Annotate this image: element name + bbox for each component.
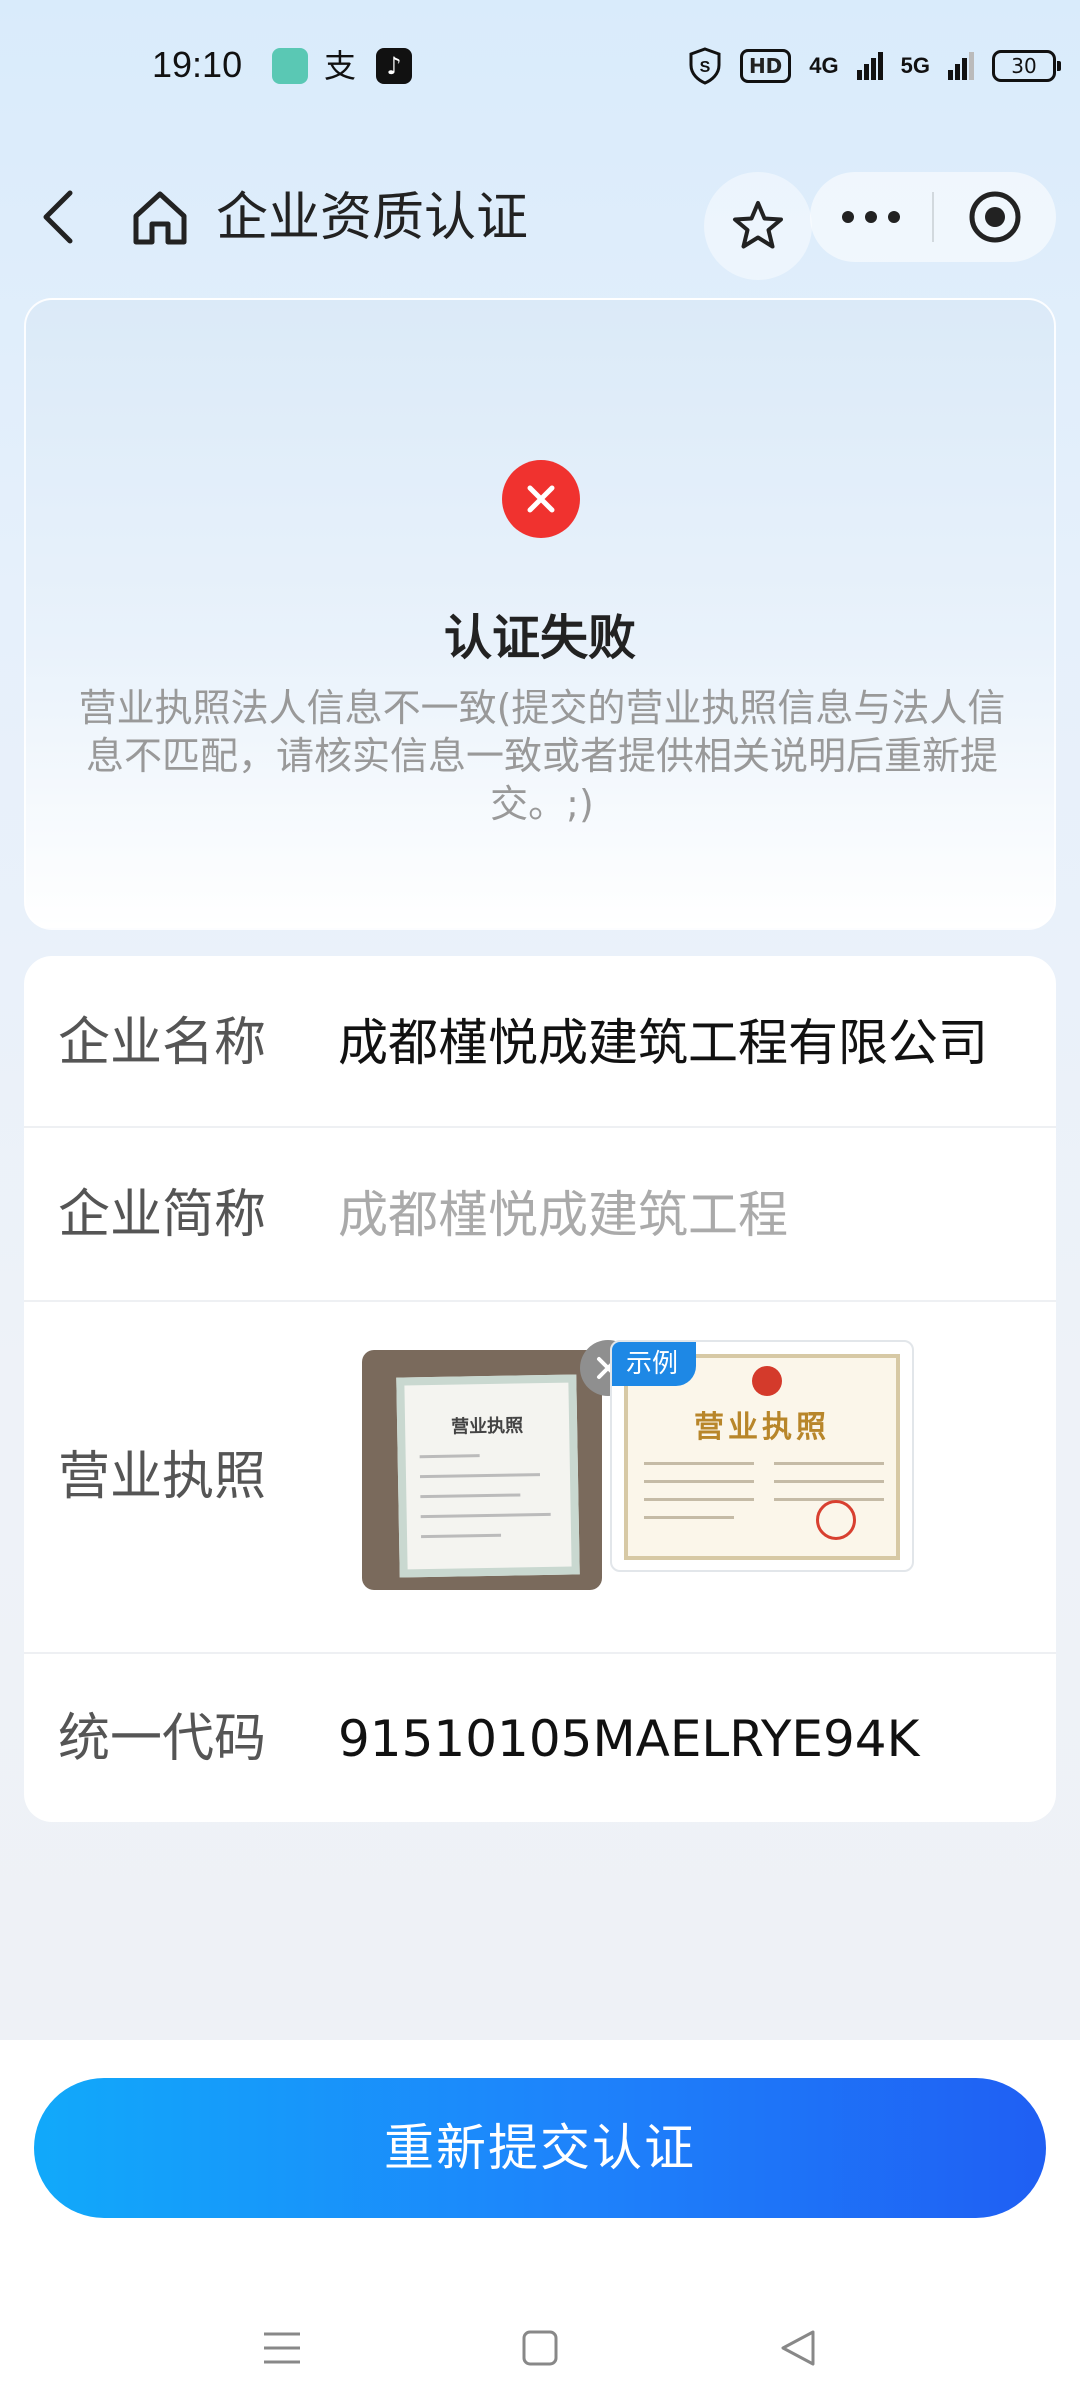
triangle-back-icon bbox=[781, 2330, 815, 2366]
target-icon bbox=[969, 191, 1021, 243]
result-card: 认证失败 营业执照法人信息不一致(提交的营业执照信息与法人信息不匹配，请核实信息… bbox=[24, 298, 1056, 930]
status-indicators: S HD 4G 5G 30 bbox=[688, 46, 1061, 86]
credit-code-field[interactable]: 91510105MAELRYE94K bbox=[338, 1704, 1008, 1774]
license-document-image: 营业执照 bbox=[396, 1374, 580, 1578]
cert-line bbox=[644, 1462, 754, 1465]
cert-line bbox=[644, 1516, 734, 1519]
cert-line bbox=[419, 1454, 480, 1459]
svg-text:S: S bbox=[700, 59, 711, 76]
battery-indicator: 30 bbox=[992, 50, 1061, 82]
company-name-field[interactable]: 成都槿悦成建筑工程有限公司 bbox=[338, 1008, 1008, 1078]
example-tag: 示例 bbox=[612, 1342, 697, 1386]
short-name-label: 企业简称 bbox=[58, 1185, 267, 1245]
company-name-label: 企业名称 bbox=[58, 1013, 267, 1073]
back-button[interactable] bbox=[30, 182, 86, 252]
cert-line bbox=[420, 1493, 521, 1499]
close-miniapp-button[interactable] bbox=[934, 172, 1056, 262]
system-nav-bar bbox=[0, 2300, 1080, 2400]
alipay-notification-icon: 支 bbox=[323, 47, 356, 85]
app-notification-icon bbox=[272, 48, 308, 84]
back-system-button[interactable] bbox=[758, 2308, 838, 2388]
uploaded-license-photo[interactable]: 营业执照 bbox=[362, 1350, 602, 1590]
credit-code-row: 统一代码 91510105MAELRYE94K bbox=[24, 1654, 1056, 1822]
page-title: 企业资质认证 bbox=[216, 188, 529, 248]
bottom-action-area: 重新提交认证 bbox=[0, 2040, 1080, 2400]
example-cert-title: 营业执照 bbox=[694, 1410, 830, 1445]
menu-icon bbox=[264, 2332, 300, 2364]
business-license-label: 营业执照 bbox=[58, 1447, 267, 1507]
status-time: 19:10 bbox=[152, 44, 243, 85]
home-icon bbox=[133, 191, 187, 245]
resubmit-button[interactable]: 重新提交认证 bbox=[34, 2078, 1046, 2218]
national-emblem-icon bbox=[752, 1366, 782, 1396]
hd-badge: HD bbox=[739, 49, 792, 83]
result-title: 认证失败 bbox=[443, 610, 636, 666]
cert-line bbox=[419, 1473, 541, 1479]
signal-bars-icon bbox=[948, 52, 974, 80]
signal-bars-icon bbox=[856, 52, 883, 80]
cert-line bbox=[774, 1480, 884, 1483]
cert-line bbox=[420, 1512, 551, 1519]
miniapp-capsule bbox=[810, 172, 1056, 262]
star-icon bbox=[733, 201, 783, 249]
signal-5g: 5G bbox=[900, 53, 930, 78]
favorite-button[interactable] bbox=[704, 172, 812, 280]
cert-line bbox=[774, 1462, 884, 1465]
error-status-icon bbox=[502, 460, 580, 538]
photo-cert-title: 营业执照 bbox=[450, 1415, 524, 1438]
error-x-icon bbox=[527, 485, 555, 513]
company-name-row: 企业名称 成都槿悦成建筑工程有限公司 bbox=[24, 956, 1056, 1128]
home-system-button[interactable] bbox=[500, 2308, 580, 2388]
cert-line bbox=[644, 1480, 754, 1483]
company-info-form: 企业名称 成都槿悦成建筑工程有限公司 企业简称 成都槿悦成建筑工程 营业执照 营… bbox=[24, 956, 1056, 1822]
more-button[interactable] bbox=[810, 172, 932, 262]
back-icon bbox=[43, 190, 73, 244]
status-bar: 19:10 支 ♪ S HD 4G 5G 30 bbox=[0, 0, 1080, 136]
license-example-image[interactable]: 营业执照 示例 bbox=[610, 1340, 914, 1572]
result-description: 营业执照法人信息不一致(提交的营业执照信息与法人信息不匹配，请核实信息一致或者提… bbox=[78, 686, 1006, 826]
short-name-row: 企业简称 成都槿悦成建筑工程 bbox=[24, 1128, 1056, 1302]
cert-line bbox=[421, 1533, 502, 1539]
more-icon bbox=[842, 211, 900, 223]
nav-bar: 企业资质认证 bbox=[0, 136, 1080, 306]
red-seal-icon bbox=[816, 1500, 856, 1540]
recent-apps-button[interactable] bbox=[242, 2308, 322, 2388]
cert-line bbox=[644, 1498, 754, 1501]
home-button[interactable] bbox=[128, 186, 192, 250]
business-license-row: 营业执照 营业执照 营业执照 示例 bbox=[24, 1302, 1056, 1654]
tiktok-notification-icon: ♪ bbox=[376, 48, 412, 84]
short-name-field[interactable]: 成都槿悦成建筑工程 bbox=[338, 1180, 1008, 1250]
credit-code-label: 统一代码 bbox=[58, 1709, 267, 1769]
vpn-shield-icon: S bbox=[689, 47, 721, 85]
signal-4g: 4G bbox=[809, 53, 839, 78]
square-icon bbox=[522, 2330, 558, 2366]
